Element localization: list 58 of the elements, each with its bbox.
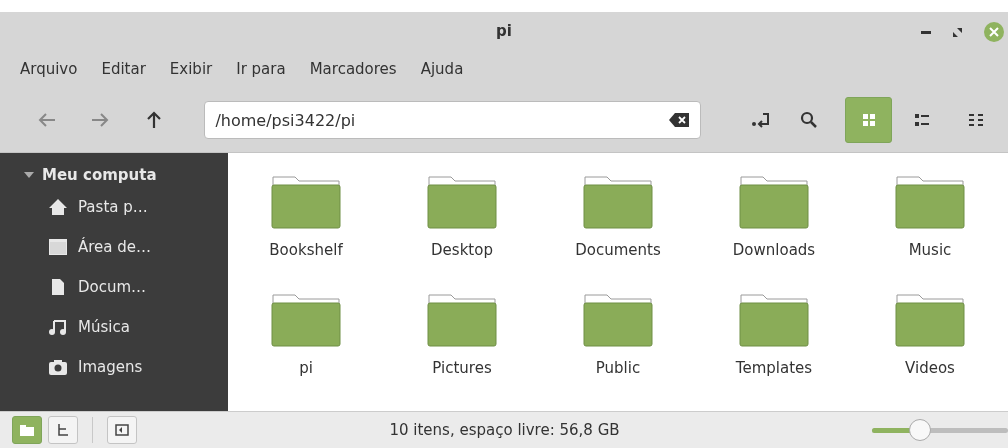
- folder-name[interactable]: Documents: [575, 241, 661, 259]
- up-arrow-icon: [146, 111, 161, 129]
- restore-icon[interactable]: [953, 27, 962, 37]
- sidebar-item[interactable]: Música: [0, 307, 228, 347]
- sidebar-item[interactable]: Área de…: [0, 227, 228, 267]
- sidebar-item[interactable]: Imagens: [0, 347, 228, 387]
- slider-thumb[interactable]: [908, 418, 931, 441]
- folder-icon: [271, 173, 341, 229]
- grid-icon: [862, 114, 875, 126]
- folder-icon: [271, 291, 341, 347]
- folder-icon: [895, 291, 965, 347]
- menu-item[interactable]: Ajuda: [420, 60, 464, 78]
- menu-item[interactable]: Arquivo: [20, 60, 78, 78]
- window-icon: [48, 238, 68, 256]
- home-icon: [48, 198, 68, 216]
- folder-name[interactable]: Music: [908, 241, 952, 259]
- folder-icon: [739, 291, 809, 347]
- sidebar-item[interactable]: Pasta p…: [0, 187, 228, 227]
- folder-icon: [895, 173, 965, 229]
- status-text: 10 itens, espaço livre: 56,8 GB: [388, 421, 621, 439]
- minimize-icon[interactable]: [921, 30, 931, 34]
- folder-icon: [583, 291, 653, 347]
- menu-item[interactable]: Ir para: [236, 60, 286, 78]
- folder-name[interactable]: Pictures: [432, 359, 492, 377]
- path-field[interactable]: /home/psi3422/pi: [204, 101, 702, 139]
- folder-icon: [583, 173, 653, 229]
- search-icon: [799, 111, 818, 129]
- menu-item[interactable]: Exibir: [169, 60, 213, 78]
- menu-item[interactable]: Marcadores: [309, 60, 397, 78]
- folder-icon: [20, 424, 34, 436]
- tree-icon: [57, 424, 69, 436]
- sidebar-heading[interactable]: Meu computa: [0, 163, 228, 187]
- folder-icon: [427, 291, 497, 347]
- menu-item[interactable]: Editar: [101, 60, 146, 78]
- back-icon: [37, 113, 56, 127]
- folder-name[interactable]: Public: [595, 359, 641, 377]
- folder-name[interactable]: Templates: [735, 359, 813, 377]
- list-icon: [915, 114, 930, 126]
- folder-icon: [427, 173, 497, 229]
- sidebar-icon: [115, 424, 129, 436]
- pane-button[interactable]: [48, 416, 78, 444]
- music-icon: [48, 318, 68, 336]
- close-icon[interactable]: [984, 22, 1004, 42]
- folder-name[interactable]: Downloads: [732, 241, 816, 259]
- compact-list-icon: [969, 114, 984, 126]
- return-arrow-icon: [751, 112, 771, 128]
- folder-name[interactable]: Desktop: [431, 241, 493, 259]
- clear-icon[interactable]: [669, 113, 690, 127]
- forward-icon: [91, 113, 110, 127]
- window-title: pi: [496, 22, 512, 40]
- folder-name[interactable]: pi: [299, 359, 313, 377]
- sidebar-item[interactable]: Docum…: [0, 267, 228, 307]
- folder-name[interactable]: Videos: [905, 359, 955, 377]
- pane-button[interactable]: [12, 416, 42, 444]
- folder-name[interactable]: Bookshelf: [269, 241, 343, 259]
- folder-icon: [739, 173, 809, 229]
- sidebar-toggle-button[interactable]: [107, 416, 137, 444]
- camera-icon: [48, 358, 68, 376]
